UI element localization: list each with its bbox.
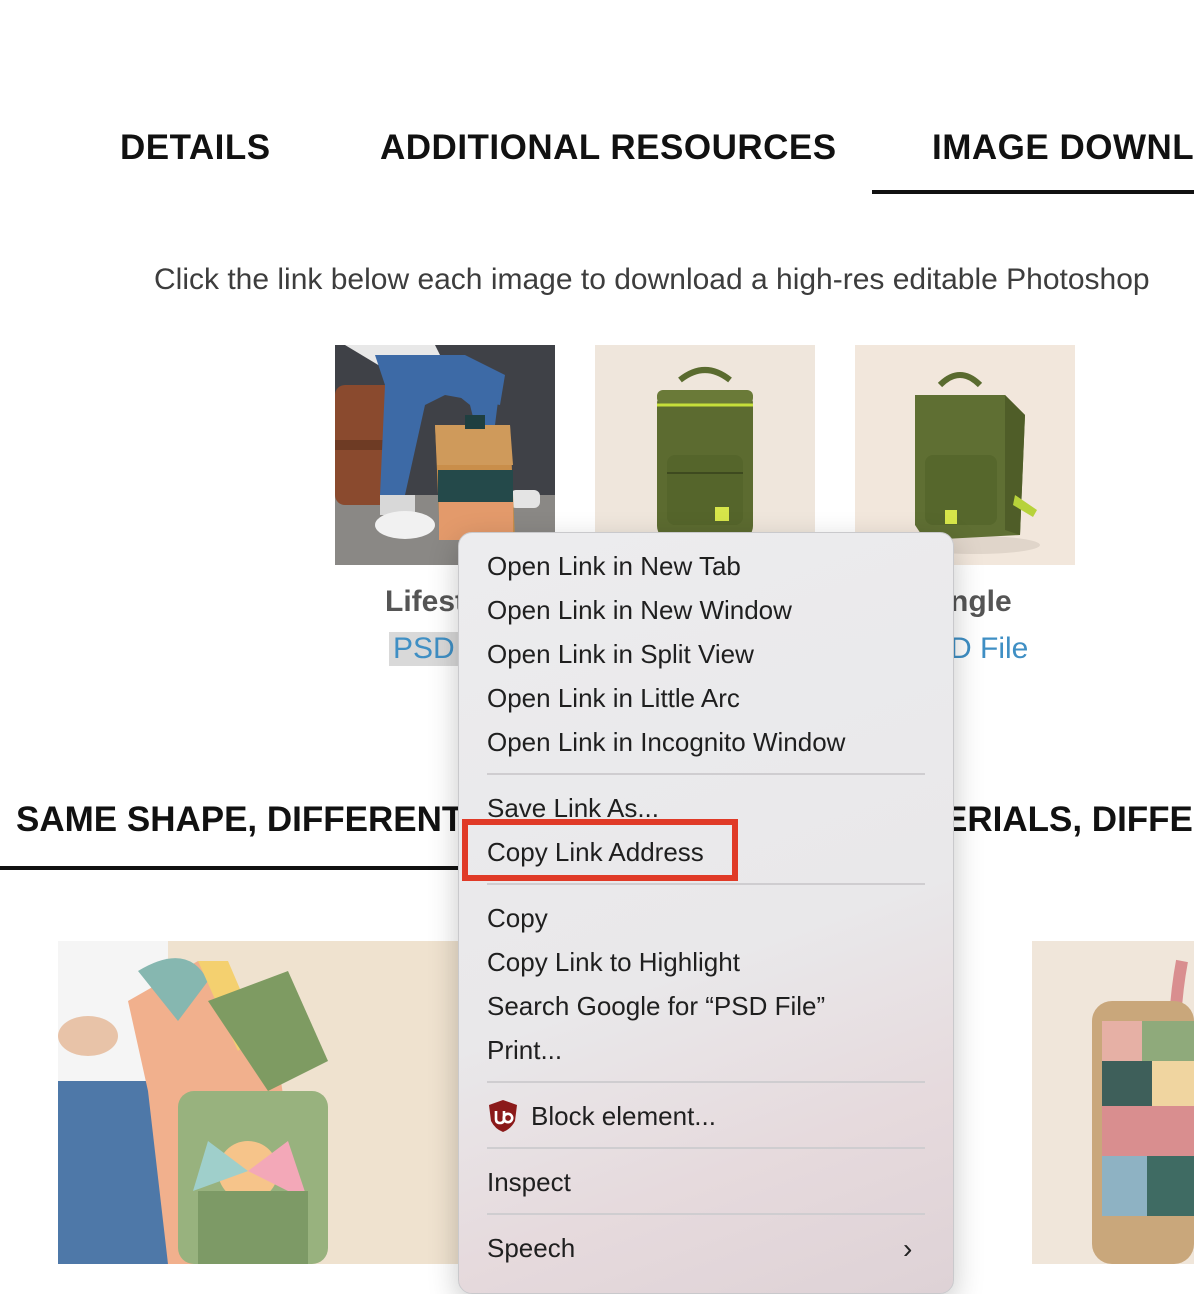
psd-file-link-angle[interactable]: D File — [950, 632, 1028, 666]
menu-separator — [487, 883, 925, 885]
menu-block-element[interactable]: Block element... — [531, 1101, 716, 1132]
menu-search-google[interactable]: Search Google for “PSD File” — [487, 991, 825, 1022]
ublock-origin-icon — [489, 1100, 517, 1132]
intro-text: Click the link below each image to downl… — [154, 263, 1150, 296]
quilted-backpack-image[interactable] — [1032, 941, 1194, 1264]
menu-open-incognito[interactable]: Open Link in Incognito Window — [487, 727, 845, 758]
chevron-right-icon: › — [903, 1233, 913, 1264]
menu-inspect[interactable]: Inspect — [487, 1167, 571, 1198]
menu-copy-link-highlight[interactable]: Copy Link to Highlight — [487, 947, 740, 978]
menu-speech[interactable]: Speech — [487, 1233, 575, 1264]
tab-image-downloads[interactable]: IMAGE DOWNL — [932, 128, 1194, 168]
menu-open-little-arc[interactable]: Open Link in Little Arc — [487, 683, 740, 714]
caption-angle: ngle — [950, 585, 1012, 618]
menu-copy[interactable]: Copy — [487, 903, 548, 934]
menu-separator — [487, 1213, 925, 1215]
menu-open-split-view[interactable]: Open Link in Split View — [487, 639, 754, 670]
menu-separator — [487, 1081, 925, 1083]
context-menu: Open Link in New Tab Open Link in New Wi… — [458, 532, 954, 1294]
menu-separator — [487, 1147, 925, 1149]
annotation-highlight-box — [462, 819, 738, 881]
active-tab-indicator — [872, 190, 1194, 194]
menu-open-new-window[interactable]: Open Link in New Window — [487, 595, 792, 626]
menu-open-new-tab[interactable]: Open Link in New Tab — [487, 551, 741, 582]
section-heading-materials: ERIALS, DIFFEF — [944, 800, 1194, 839]
menu-print[interactable]: Print... — [487, 1035, 562, 1066]
section-underline — [0, 866, 460, 870]
tab-details[interactable]: DETAILS — [120, 128, 271, 168]
section-heading-same-shape: SAME SHAPE, DIFFERENT I — [16, 800, 483, 839]
menu-separator — [487, 773, 925, 775]
caption-lifestyle: Lifest — [385, 585, 466, 618]
tab-additional-resources[interactable]: ADDITIONAL RESOURCES — [380, 128, 837, 168]
colorful-backpack-image[interactable] — [58, 941, 458, 1264]
